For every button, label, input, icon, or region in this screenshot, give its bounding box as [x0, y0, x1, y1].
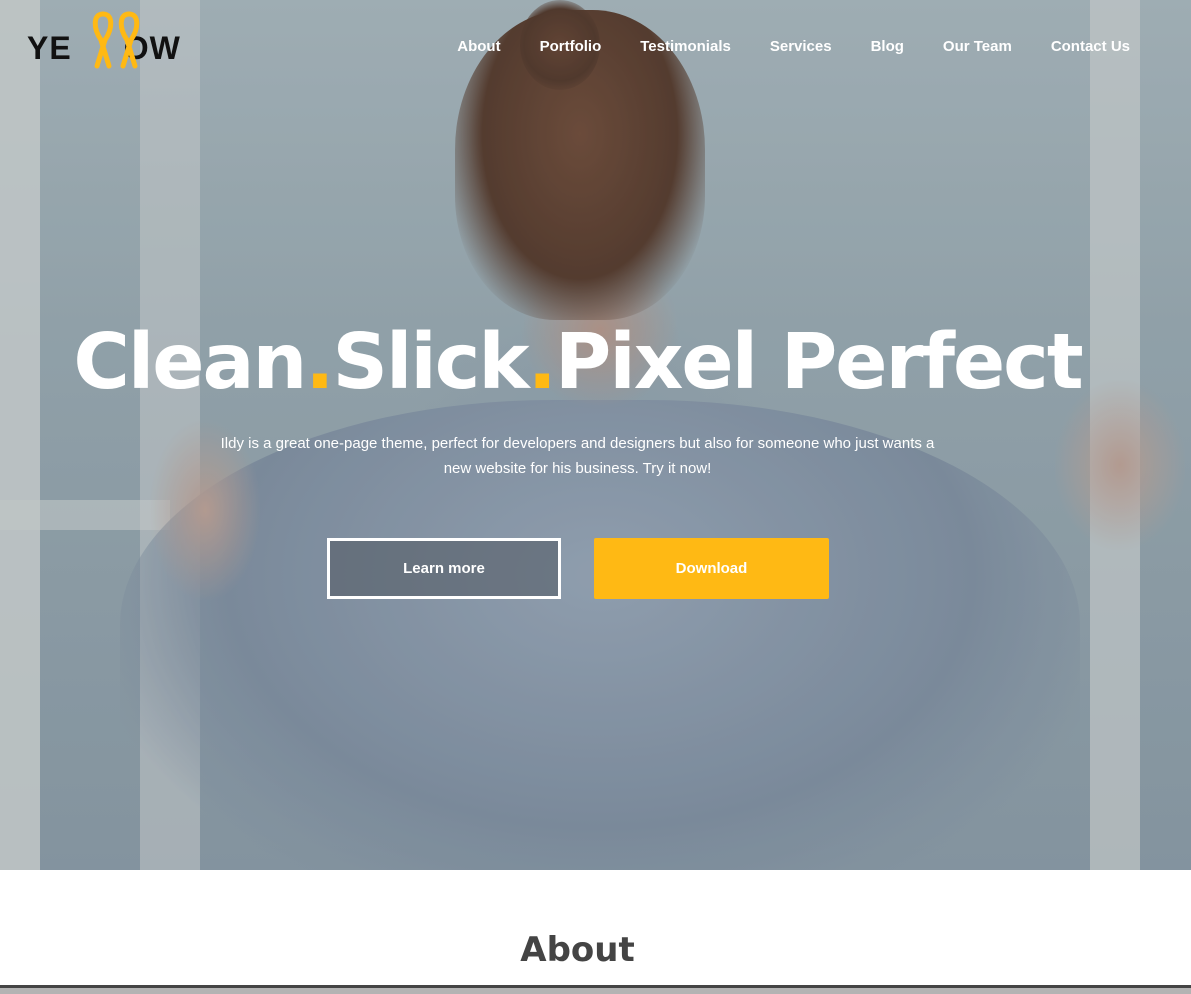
nav-item-testimonials[interactable]: Testimonials — [640, 38, 731, 55]
hero-subtitle: Ildy is a great one-page theme, perfect … — [220, 435, 935, 477]
nav-item-about[interactable]: About — [457, 38, 500, 55]
about-section-title: About — [520, 930, 635, 970]
main-nav: About Portfolio Testimonials Services Bl… — [418, 38, 1130, 55]
site-logo[interactable]: YE OW — [27, 10, 187, 70]
download-button[interactable]: Download — [594, 538, 829, 599]
nav-item-blog[interactable]: Blog — [871, 38, 904, 55]
nav-item-services[interactable]: Services — [770, 38, 832, 55]
hero-title: Clean.Slick.Pixel Perfect — [73, 318, 1083, 407]
learn-more-button[interactable]: Learn more — [327, 538, 561, 599]
nav-item-our-team[interactable]: Our Team — [943, 38, 1012, 55]
logo-ribbon-icon — [92, 11, 140, 69]
title-dot: . — [305, 318, 334, 407]
nav-item-contact-us[interactable]: Contact Us — [1051, 38, 1130, 55]
bottom-divider — [0, 985, 1191, 994]
title-dot: . — [527, 318, 557, 407]
nav-item-portfolio[interactable]: Portfolio — [540, 38, 602, 55]
hero-section: YE OW About Portfolio Testimonials Servic… — [0, 0, 1191, 870]
